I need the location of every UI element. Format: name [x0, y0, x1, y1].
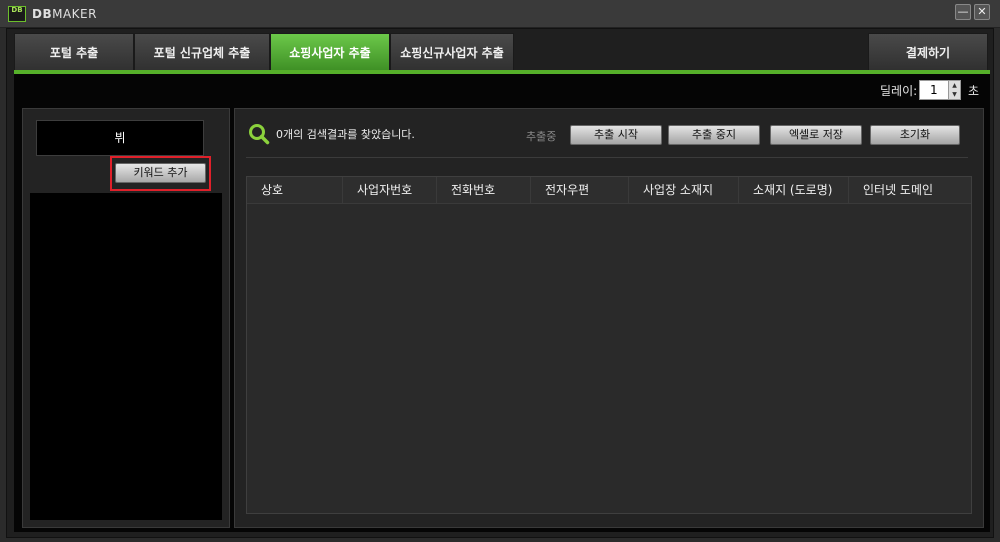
tab-shopping-new-business[interactable]: 쇼핑신규사업자 추출 — [390, 33, 514, 71]
search-icon — [249, 124, 270, 145]
stop-extract-button[interactable]: 추출 중지 — [668, 125, 760, 145]
results-table[interactable]: 상호 사업자번호 전화번호 전자우편 사업장 소재지 소재지 (도로명) 인터넷… — [246, 176, 972, 514]
delay-input[interactable]: 1 ▲ ▼ — [919, 80, 961, 100]
save-excel-button[interactable]: 엑셀로 저장 — [770, 125, 862, 145]
add-keyword-button[interactable]: 키워드 추가 — [115, 163, 206, 183]
column-header-name[interactable]: 상호 — [247, 177, 343, 204]
tab-portal-new-business[interactable]: 포털 신규업체 추출 — [134, 33, 270, 71]
table-header: 상호 사업자번호 전화번호 전자우편 사업장 소재지 소재지 (도로명) 인터넷… — [247, 177, 971, 204]
column-header-email[interactable]: 전자우편 — [531, 177, 629, 204]
minimize-button[interactable]: — — [955, 4, 971, 20]
column-header-phone[interactable]: 전화번호 — [437, 177, 531, 204]
app-logo-icon: DB — [8, 6, 26, 22]
start-extract-button[interactable]: 추출 시작 — [570, 125, 662, 145]
reset-button[interactable]: 초기화 — [870, 125, 960, 145]
tab-portal-extract[interactable]: 포털 추출 — [14, 33, 134, 71]
payment-button[interactable]: 결제하기 — [868, 33, 988, 71]
keyword-input[interactable]: 뷔 — [36, 120, 204, 156]
column-header-road-address[interactable]: 소재지 (도로명) — [739, 177, 849, 204]
delay-unit: 초 — [968, 84, 980, 98]
column-header-address[interactable]: 사업장 소재지 — [629, 177, 739, 204]
tab-shopping-business[interactable]: 쇼핑사업자 추출 — [270, 33, 390, 71]
close-button[interactable]: ✕ — [974, 4, 990, 20]
column-header-business-number[interactable]: 사업자번호 — [343, 177, 437, 204]
delay-label: 딜레이: — [880, 84, 918, 98]
delay-spinner[interactable]: ▲ ▼ — [948, 81, 960, 99]
title-bar: DB DBMAKER — ✕ — [0, 0, 1000, 28]
status-text: 추출중 — [526, 130, 557, 143]
keyword-list[interactable] — [30, 193, 222, 520]
divider — [246, 157, 968, 158]
app-title: DBMAKER — [32, 7, 97, 21]
result-count-text: 0개의 검색결과를 찾았습니다. — [276, 128, 415, 141]
delay-value: 1 — [930, 83, 938, 97]
column-header-domain[interactable]: 인터넷 도메인 — [849, 177, 969, 204]
